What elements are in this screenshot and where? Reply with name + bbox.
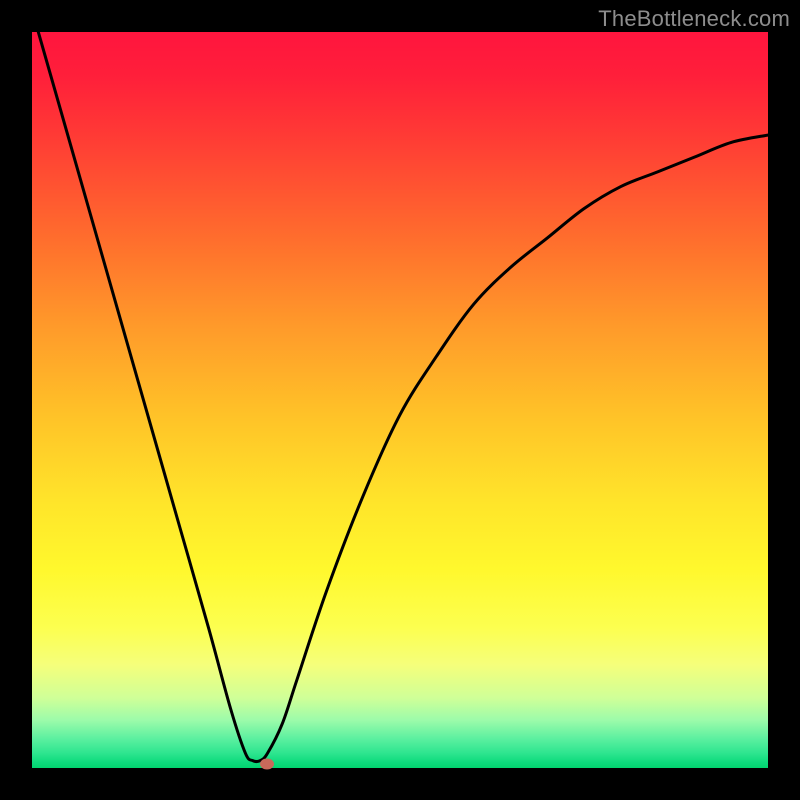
bottleneck-curve — [32, 32, 768, 768]
chart-frame: TheBottleneck.com — [0, 0, 800, 800]
optimal-point-marker — [260, 759, 274, 770]
plot-area — [32, 32, 768, 768]
watermark-text: TheBottleneck.com — [598, 6, 790, 32]
